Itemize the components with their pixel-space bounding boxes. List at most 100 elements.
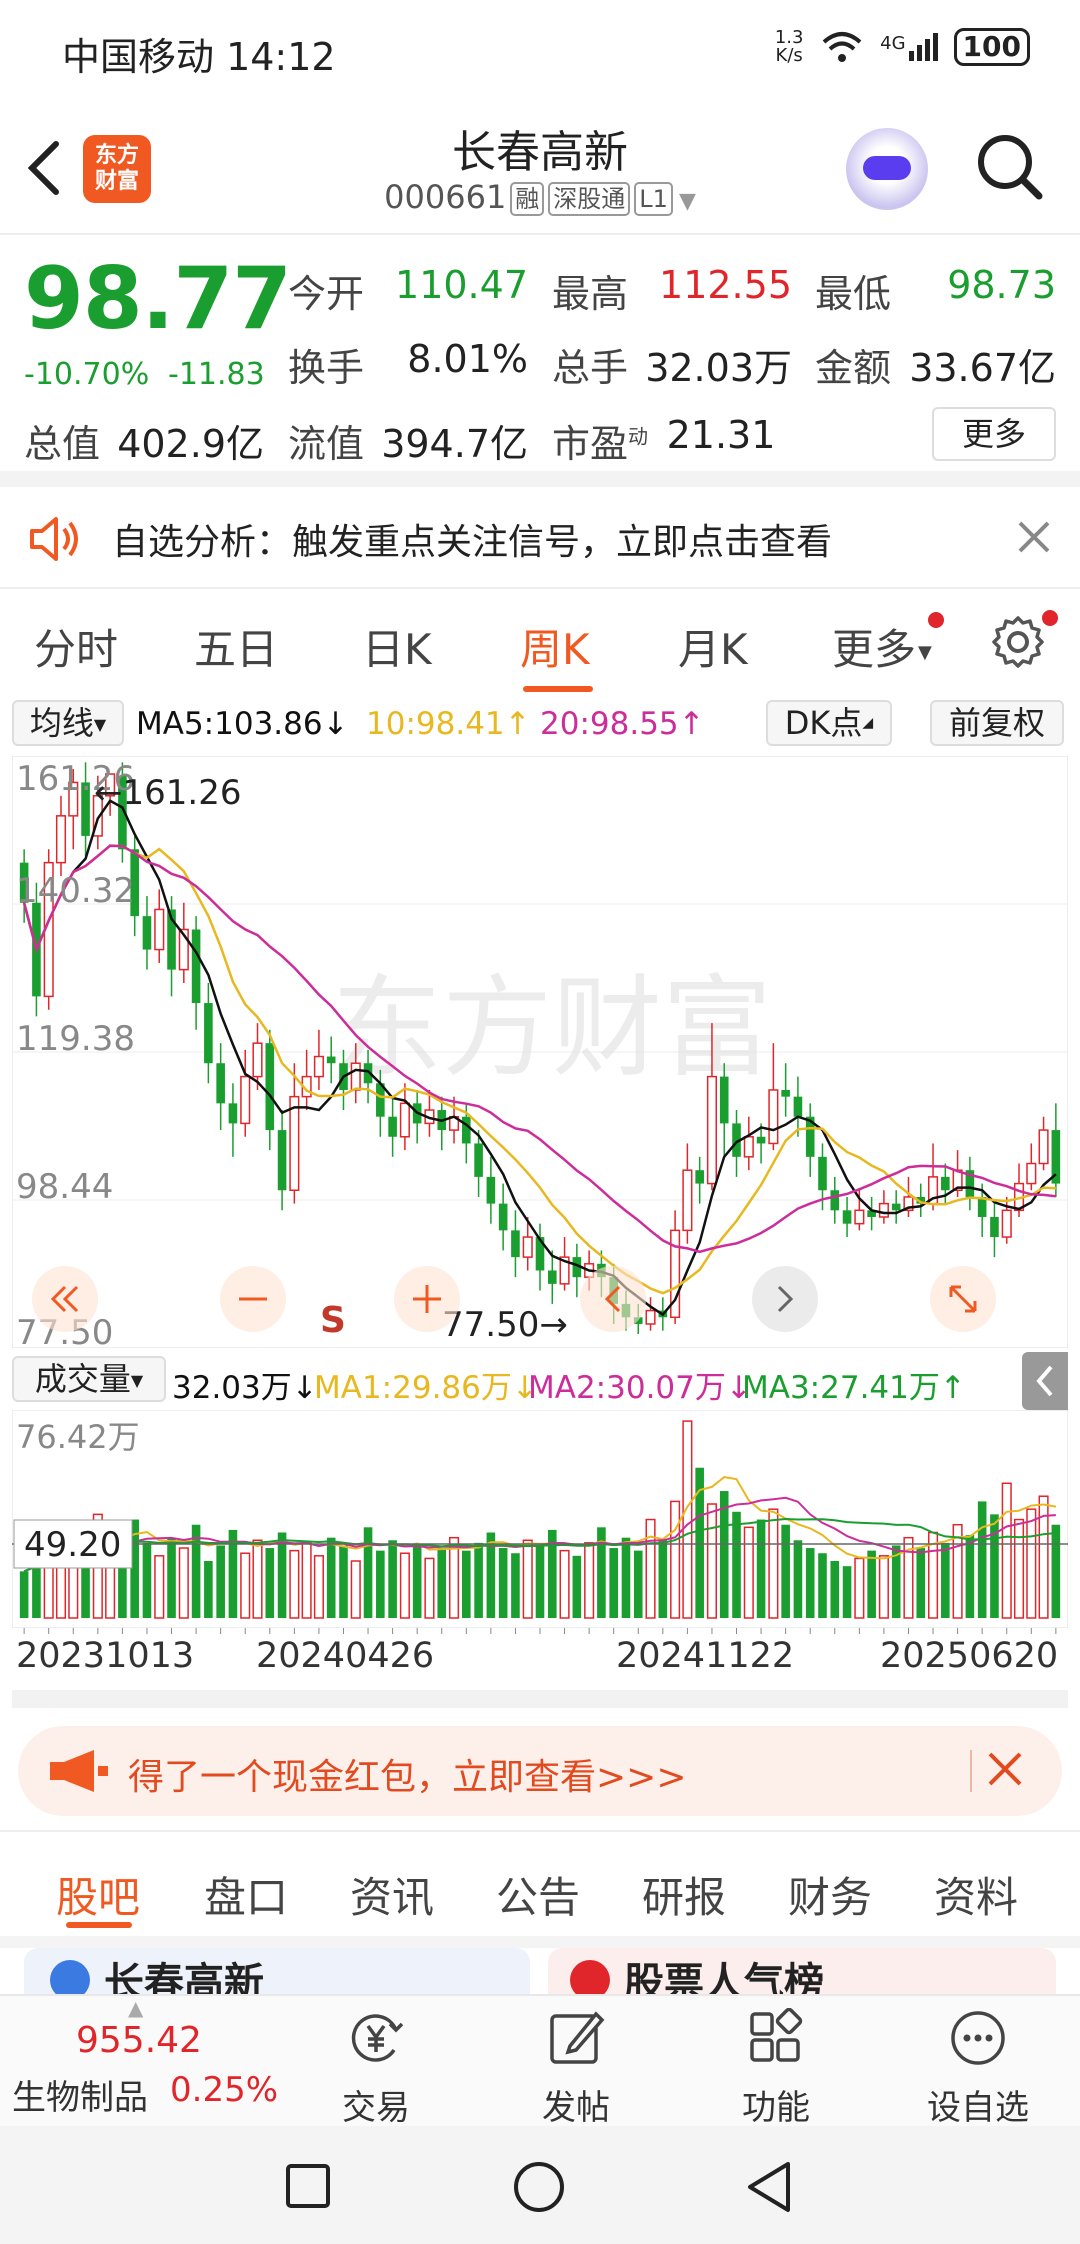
tab-profile[interactable]: 资料: [934, 1864, 1018, 1925]
candle-body: [474, 1143, 483, 1177]
stat-label-high: 最高: [552, 272, 629, 316]
volume-bar: [867, 1550, 876, 1618]
volume-bar: [289, 1549, 300, 1619]
circle-home-icon[interactable]: [512, 2160, 566, 2214]
volume-bar: [326, 1537, 336, 1618]
tab-announcements[interactable]: 公告: [496, 1864, 580, 1925]
square-recents-icon[interactable]: [284, 2162, 332, 2210]
zoom-out-button[interactable]: [220, 1266, 286, 1332]
triangle-back-icon[interactable]: [744, 2160, 794, 2214]
status-bar: 中国移动 14:12 1.3 K/s 4G 100: [0, 0, 1080, 100]
volume-bar: [743, 1526, 754, 1619]
post-button[interactable]: 发帖: [506, 1996, 646, 2128]
popularity-card[interactable]: 股票人气榜: [548, 1948, 1056, 1994]
robot-avatar-icon[interactable]: [846, 128, 928, 210]
tab-daily[interactable]: 日K: [362, 616, 432, 677]
volume-bar: [1026, 1508, 1037, 1619]
tab-research[interactable]: 研报: [642, 1864, 726, 1925]
candle-body: [878, 1202, 889, 1218]
notice-text: 自选分析：触发重点关注信号，立即点击查看: [112, 522, 833, 563]
volume-indicator-selector[interactable]: 成交量▼: [12, 1356, 166, 1402]
tab-more[interactable]: 更多 ▼: [832, 616, 932, 677]
signal-notice[interactable]: 自选分析：触发重点关注信号，立即点击查看: [0, 487, 1080, 589]
date-label: 20240426: [256, 1636, 435, 1676]
volume-bar: [448, 1536, 460, 1619]
caret-down-icon: ▼: [130, 1371, 144, 1390]
dk-point-button[interactable]: DK点◢: [766, 700, 892, 746]
sector-index-value: 955.42: [76, 2020, 202, 2061]
notice-close-button[interactable]: [1016, 505, 1052, 568]
volume-bar: [363, 1527, 373, 1618]
candle-body: [265, 1043, 275, 1131]
post-label: 发帖: [542, 2088, 610, 2128]
volume-bar: [437, 1548, 447, 1618]
forum-card[interactable]: 长春高新: [24, 1948, 530, 1994]
volume-cursor-value: 49.20: [24, 1525, 121, 1565]
volume-bar: [32, 1560, 41, 1618]
candle-body: [547, 1270, 557, 1284]
candle-body: [142, 916, 152, 950]
volume-bar: [474, 1542, 483, 1618]
grid-apps-icon: [750, 2008, 803, 2062]
step-forward-button[interactable]: [752, 1266, 818, 1332]
candle-body: [781, 1089, 790, 1097]
tab-weekly[interactable]: 周K: [520, 616, 590, 677]
stat-value-high: 112.55: [659, 263, 792, 307]
tab-news[interactable]: 资讯: [350, 1864, 434, 1925]
stat-value-low: 98.73: [947, 263, 1056, 307]
chart-watermark: 东方财富: [332, 964, 772, 1092]
search-button[interactable]: [975, 132, 1045, 202]
battery-icon: 100: [953, 28, 1030, 66]
indicator-selector[interactable]: 均线▼: [12, 700, 124, 746]
volume-bar: [878, 1555, 889, 1619]
candle-body: [277, 1130, 287, 1191]
expand-button[interactable]: [930, 1266, 996, 1332]
volume-bar: [645, 1518, 656, 1619]
vol-ma2-value: MA2:30.07万↓: [528, 1370, 752, 1406]
speaker-icon: [30, 517, 78, 561]
candle-body: [743, 1136, 754, 1158]
tag-margin: 融: [510, 182, 545, 216]
max-price-label: ←161.26: [94, 773, 241, 813]
volume-y-max: 76.42万: [16, 1418, 140, 1456]
add-watchlist-button[interactable]: 设自选: [908, 1996, 1048, 2128]
tab-five-day[interactable]: 五日: [194, 616, 278, 677]
step-back-button[interactable]: [580, 1266, 646, 1332]
caret-down-icon: ▼: [678, 189, 696, 214]
tab-monthly[interactable]: 月K: [678, 616, 748, 677]
promo-close-button[interactable]: [986, 1736, 1024, 1803]
more-stats-button[interactable]: 更多: [932, 407, 1056, 461]
tab-order-book[interactable]: 盘口: [204, 1864, 288, 1925]
sector-index[interactable]: ▲ 955.42 生物制品 0.25%: [0, 1996, 290, 2128]
volume-bar: [350, 1560, 361, 1619]
volume-bar: [572, 1555, 582, 1618]
tab-forum[interactable]: 股吧: [56, 1864, 140, 1925]
functions-button[interactable]: 功能: [706, 1996, 846, 2128]
trade-button[interactable]: 交易: [306, 1996, 446, 2128]
collapse-panel-button[interactable]: [1022, 1352, 1068, 1410]
red-packet-banner[interactable]: 得了一个现金红包，立即查看>>>: [18, 1726, 1062, 1816]
volume-bar: [277, 1532, 287, 1618]
tab-financials[interactable]: 财务: [788, 1864, 872, 1925]
active-tab-indicator: [66, 1922, 132, 1928]
candle-body: [462, 1116, 471, 1144]
forward-icon: [777, 1285, 794, 1313]
candle-body: [682, 1169, 693, 1232]
candle-body: [191, 929, 201, 1004]
chart-settings-button[interactable]: [990, 614, 1046, 674]
volume-legend-bar: 成交量▼ 32.03万↓ MA1:29.86万↓ MA2:30.07万↓ MA3…: [0, 1352, 1080, 1410]
more-dots-icon: [951, 2011, 1005, 2065]
stat-label-float: 流值: [288, 422, 365, 466]
stat-label-mktcap: 总值: [24, 422, 101, 466]
adjust-button[interactable]: 前复权: [930, 700, 1064, 746]
trade-label: 交易: [342, 2088, 410, 2128]
tab-intraday[interactable]: 分时: [34, 616, 118, 677]
candle-body: [719, 1076, 729, 1124]
rewind-button[interactable]: [32, 1266, 98, 1332]
zoom-in-button[interactable]: [394, 1266, 460, 1332]
candle-body: [498, 1203, 508, 1231]
volume-bar: [609, 1548, 618, 1618]
volume-bar: [167, 1537, 176, 1618]
kline-chart[interactable]: 东方财富 161.26 140.32 119.38 98.44 77.50 ←1…: [12, 756, 1068, 1348]
volume-svg: 76.42万 49.20: [12, 1410, 1068, 1628]
